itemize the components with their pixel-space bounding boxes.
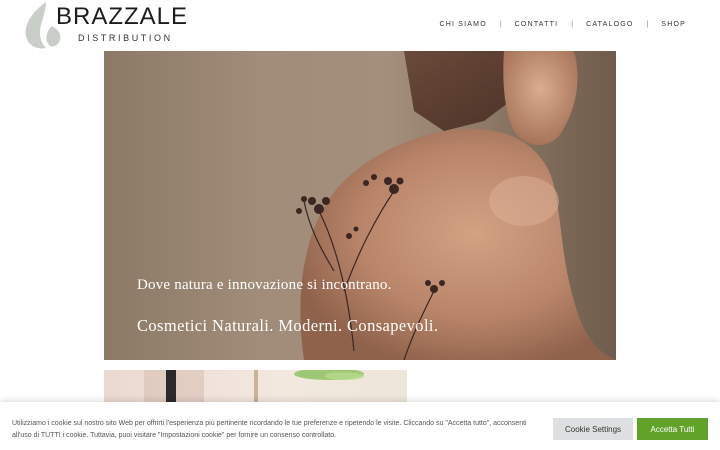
face-shape xyxy=(503,51,578,146)
hero-banner: Dove natura e innovazione si incontrano.… xyxy=(104,51,616,360)
cookie-settings-button[interactable]: Cookie Settings xyxy=(553,418,633,440)
site-header: BRAZZALE DISTRIBUTION CHI SIAMO | CONTAT… xyxy=(0,0,720,50)
nav-separator: | xyxy=(499,21,502,28)
nav-separator: | xyxy=(646,21,649,28)
hero-tagline: Cosmetici Naturali. Moderni. Consapevoli… xyxy=(137,316,439,335)
main-nav: CHI SIAMO | CONTATTI | CATALOGO | SHOP xyxy=(439,19,686,31)
brand-name: BRAZZALE xyxy=(56,3,189,30)
brand-logo[interactable]: BRAZZALE DISTRIBUTION xyxy=(22,0,192,50)
nav-catalogo[interactable]: CATALOGO xyxy=(586,19,633,31)
cookie-notice-text: Utilizziamo i cookie sul nostro sito Web… xyxy=(12,420,527,439)
accept-all-button[interactable]: Accetta Tutti xyxy=(637,418,708,440)
brand-subtitle: DISTRIBUTION xyxy=(78,33,173,43)
hero-headline: Dove natura e innovazione si incontrano. xyxy=(137,277,392,293)
nav-contatti[interactable]: CONTATTI xyxy=(515,19,559,31)
nav-chi-siamo[interactable]: CHI SIAMO xyxy=(439,19,486,31)
nav-separator: | xyxy=(571,21,574,28)
nav-shop[interactable]: SHOP xyxy=(661,19,686,31)
hero-photo xyxy=(296,51,616,360)
